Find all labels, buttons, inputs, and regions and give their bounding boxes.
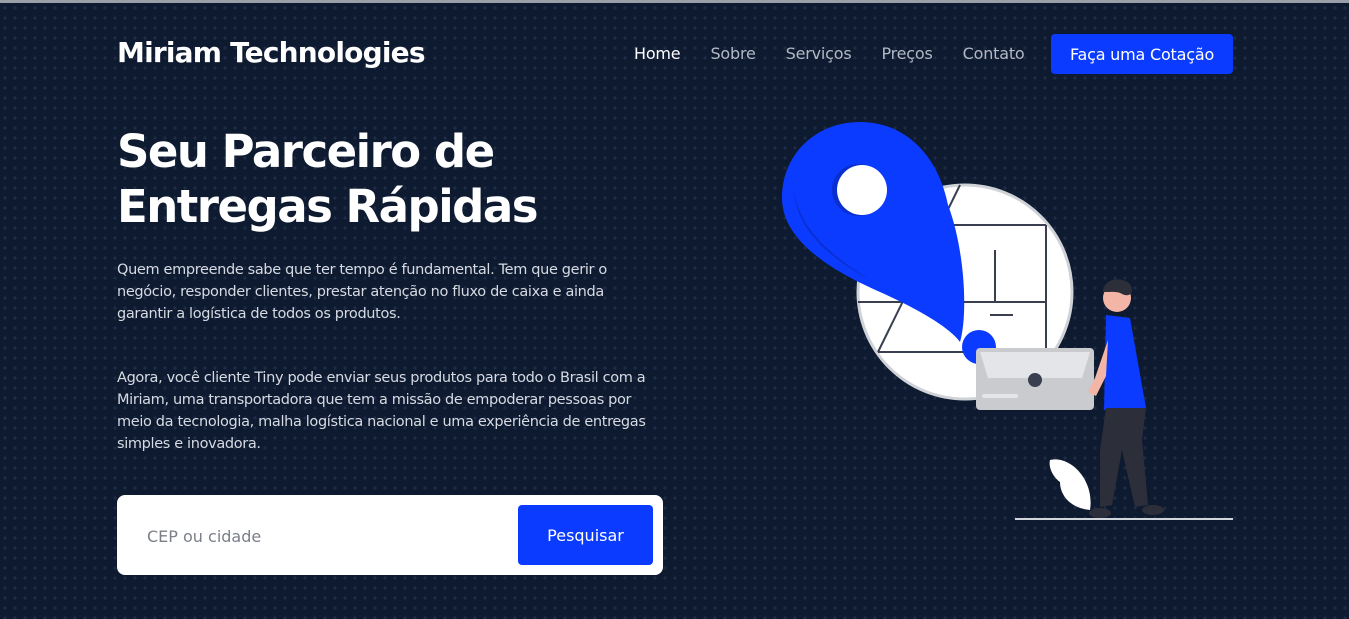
search-button[interactable]: Pesquisar bbox=[518, 505, 653, 565]
hero-title-line1: Seu Parceiro de bbox=[117, 125, 495, 178]
hero-title: Seu Parceiro de Entregas Rápidas bbox=[117, 124, 677, 234]
nav-sobre[interactable]: Sobre bbox=[710, 44, 755, 63]
hero-title-line2: Entregas Rápidas bbox=[117, 180, 539, 233]
nav-home[interactable]: Home bbox=[634, 44, 681, 63]
nav-contato[interactable]: Contato bbox=[963, 44, 1025, 63]
map-pin-delivery-illustration bbox=[782, 122, 1233, 520]
quote-button[interactable]: Faça uma Cotação bbox=[1051, 34, 1233, 74]
hero-paragraph-1: Quem empreende sabe que ter tempo é fund… bbox=[117, 262, 607, 322]
brand-logo[interactable]: Miriam Technologies bbox=[117, 36, 426, 69]
nav-precos[interactable]: Preços bbox=[881, 44, 932, 63]
main-nav: Home Sobre Serviços Preços Contato bbox=[634, 44, 1054, 63]
search-box: Pesquisar bbox=[117, 495, 663, 575]
nav-servicos[interactable]: Serviços bbox=[786, 44, 852, 63]
search-input[interactable] bbox=[131, 517, 529, 555]
hero-paragraph-2: Agora, você cliente Tiny pode enviar seu… bbox=[117, 370, 646, 452]
